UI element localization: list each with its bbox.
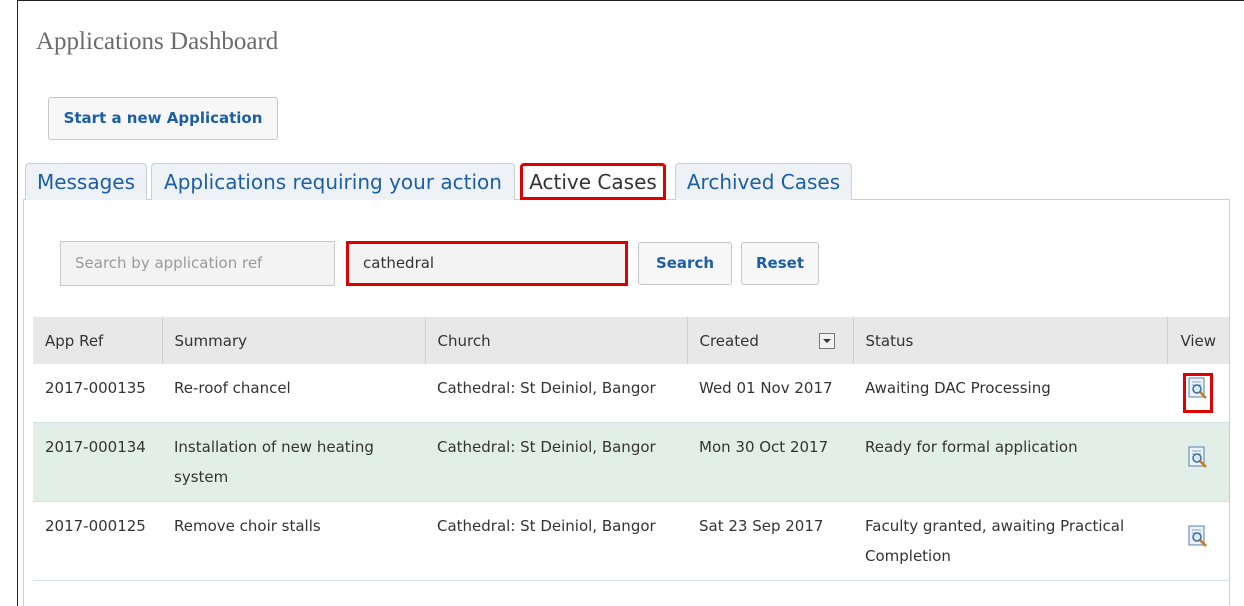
- cell-created: Sat 23 Sep 2017: [687, 501, 853, 581]
- cell-view: [1167, 364, 1229, 423]
- column-header-app-ref[interactable]: App Ref: [33, 317, 163, 364]
- tab-applications-requiring-action[interactable]: Applications requiring your action: [151, 163, 515, 200]
- table-row: 2017-000125 Remove choir stalls Cathedra…: [33, 501, 1229, 581]
- cell-status: Ready for formal application: [853, 422, 1167, 502]
- table-row: 2017-000135 Re-roof chancel Cathedral: S…: [33, 364, 1229, 423]
- application-ref-search-input[interactable]: Search by application ref: [60, 241, 335, 286]
- cell-church: Cathedral: St Deiniol, Bangor: [425, 422, 687, 502]
- cell-summary: Remove choir stalls: [162, 501, 425, 581]
- cell-church: Cathedral: St Deiniol, Bangor: [425, 364, 687, 423]
- created-header-label: Created: [699, 331, 759, 350]
- cell-app-ref: 2017-000134: [33, 422, 162, 502]
- chevron-down-icon[interactable]: [818, 333, 835, 349]
- tab-messages[interactable]: Messages: [25, 163, 147, 200]
- cases-table: App Ref Summary Church Created Status Vi…: [33, 317, 1229, 581]
- reset-button[interactable]: Reset: [741, 242, 819, 285]
- start-application-button[interactable]: Start a new Application: [48, 97, 278, 140]
- magnifier-document-icon: [1188, 525, 1207, 547]
- cell-status: Faculty granted, awaiting Practical Comp…: [853, 501, 1167, 581]
- column-header-created[interactable]: Created: [687, 317, 854, 364]
- cell-summary: Re-roof chancel: [162, 364, 425, 423]
- tab-active-cases[interactable]: Active Cases: [520, 163, 666, 200]
- view-button[interactable]: [1184, 443, 1212, 481]
- column-header-status[interactable]: Status: [853, 317, 1168, 364]
- cell-app-ref: 2017-000125: [33, 501, 162, 581]
- cell-app-ref: 2017-000135: [33, 364, 162, 423]
- view-button[interactable]: [1183, 373, 1213, 413]
- table-header-row: App Ref Summary Church Created Status Vi…: [33, 317, 1229, 364]
- view-button[interactable]: [1184, 522, 1212, 560]
- cell-view: [1167, 422, 1229, 502]
- table-row: 2017-000134 Installation of new heating …: [33, 422, 1229, 502]
- magnifier-document-icon: [1188, 446, 1207, 468]
- cell-status: Awaiting DAC Processing: [853, 364, 1167, 423]
- cell-church: Cathedral: St Deiniol, Bangor: [425, 501, 687, 581]
- column-header-summary[interactable]: Summary: [162, 317, 426, 364]
- cell-created: Wed 01 Nov 2017: [687, 364, 853, 423]
- magnifier-document-icon: [1188, 377, 1207, 399]
- cell-view: [1167, 501, 1229, 581]
- tab-archived-cases[interactable]: Archived Cases: [675, 163, 852, 200]
- column-header-view: View: [1167, 317, 1229, 364]
- column-header-church[interactable]: Church: [425, 317, 688, 364]
- search-button[interactable]: Search: [638, 242, 732, 285]
- page-title: Applications Dashboard: [36, 28, 279, 55]
- cell-summary: Installation of new heating system: [162, 422, 425, 502]
- text-search-input[interactable]: cathedral: [346, 241, 628, 286]
- cell-created: Mon 30 Oct 2017: [687, 422, 853, 502]
